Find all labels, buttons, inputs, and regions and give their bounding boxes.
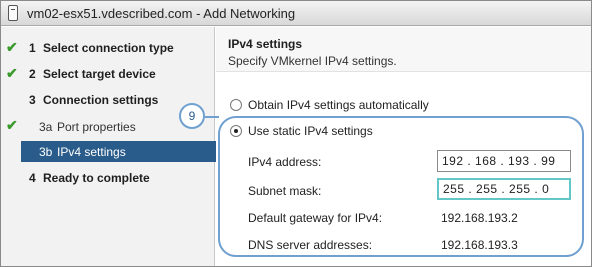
step-label: Port properties — [57, 120, 136, 134]
ipv4-address-field[interactable] — [437, 150, 571, 172]
step-select-target-device[interactable]: ✔ 2 Select target device — [1, 63, 215, 85]
step-label: Connection settings — [43, 93, 159, 107]
section-header: IPv4 settings Specify VMkernel IPv4 sett… — [216, 27, 591, 72]
phone-icon — [8, 5, 18, 21]
radio-static-settings-label[interactable]: Use static IPv4 settings — [248, 124, 373, 138]
checkmark-icon: ✔ — [6, 39, 18, 55]
wizard-steps-sidebar: ✔ 1 Select connection type ✔ 2 Select ta… — [1, 27, 216, 266]
title-bar: vm02-esx51.vdescribed.com - Add Networki… — [1, 1, 591, 26]
dns-server-label: DNS server addresses: — [248, 238, 373, 252]
step-select-connection-type[interactable]: ✔ 1 Select connection type — [1, 37, 215, 59]
subnet-mask-field[interactable] — [437, 178, 571, 200]
radio-obtain-automatically[interactable] — [230, 99, 242, 111]
window-title: vm02-esx51.vdescribed.com - Add Networki… — [27, 6, 296, 21]
callout-connector — [205, 116, 219, 118]
step-number: 1 — [29, 41, 36, 55]
step-number: 4 — [29, 171, 36, 185]
default-gateway-label: Default gateway for IPv4: — [248, 211, 383, 225]
step-number: 3 — [29, 93, 36, 107]
dns-server-value: 192.168.193.3 — [441, 238, 518, 252]
ipv4-address-label: IPv4 address: — [248, 155, 322, 169]
checkmark-icon: ✔ — [6, 65, 18, 81]
step-label: IPv4 settings — [57, 145, 126, 159]
subnet-mask-label: Subnet mask: — [248, 184, 322, 198]
page-subtitle: Specify VMkernel IPv4 settings. — [228, 54, 397, 68]
step-ready-to-complete[interactable]: 4 Ready to complete — [1, 167, 215, 189]
step-number: 3a — [39, 120, 53, 134]
step-label: Select target device — [43, 67, 156, 81]
radio-static-settings[interactable] — [230, 125, 242, 137]
default-gateway-value: 192.168.193.2 — [441, 211, 518, 225]
step-number: 3b — [39, 145, 53, 159]
page-title: IPv4 settings — [228, 37, 303, 51]
step-number: 2 — [29, 67, 36, 81]
step-label: Select connection type — [43, 41, 174, 55]
checkmark-icon: ✔ — [6, 117, 18, 133]
radio-obtain-automatically-label[interactable]: Obtain IPv4 settings automatically — [248, 98, 429, 112]
step-label: Ready to complete — [43, 171, 150, 185]
substep-ipv4-settings[interactable]: 3b IPv4 settings — [21, 141, 216, 162]
callout-badge: 9 — [179, 103, 205, 129]
